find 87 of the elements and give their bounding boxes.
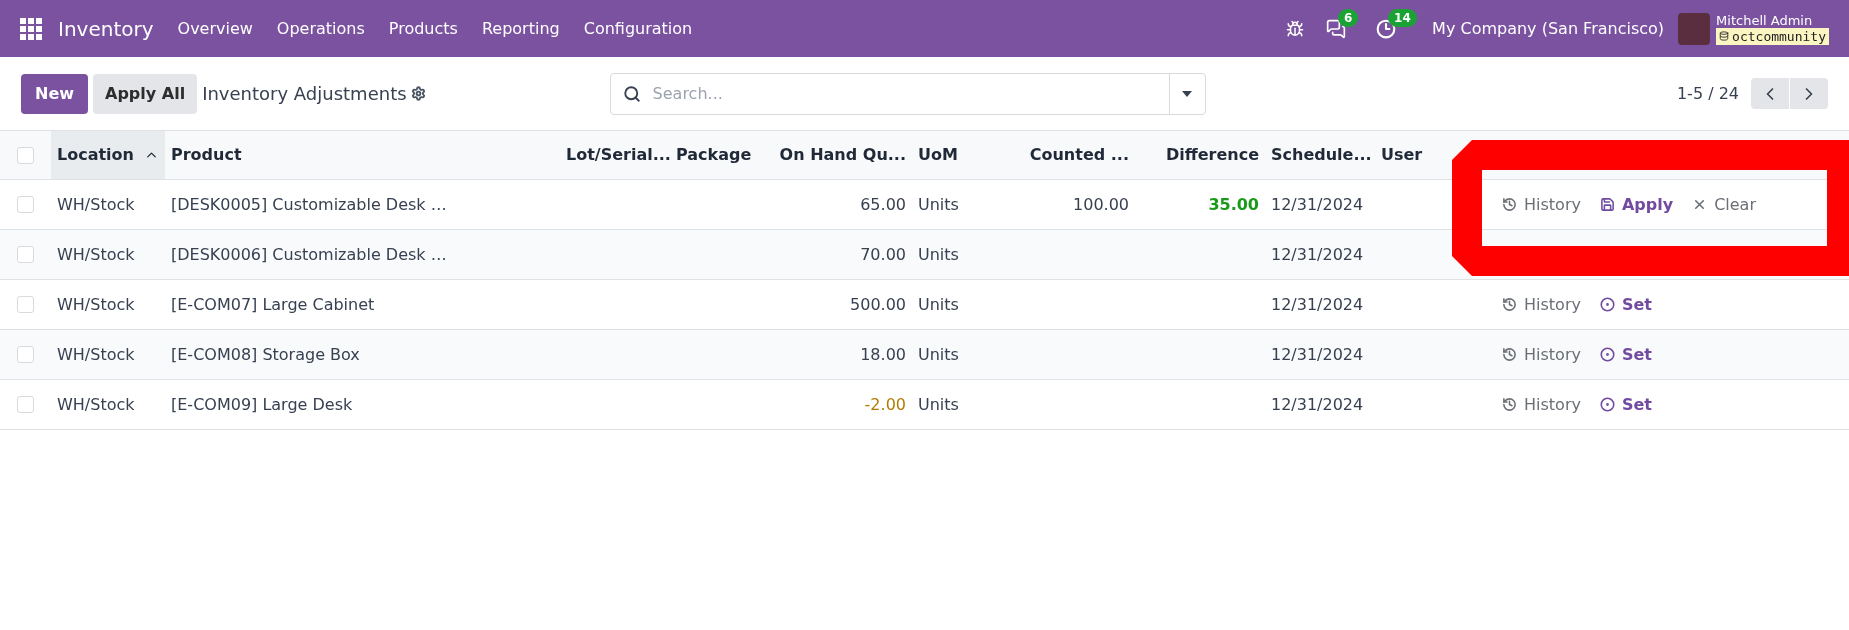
menu-item[interactable]: Products [388,16,458,41]
row-checkbox[interactable] [17,396,34,413]
history-icon [1502,197,1517,212]
table-cell: 12/31/2024 [1271,194,1364,214]
table-cell-text: 18.00 [860,343,906,366]
next-button[interactable] [1790,78,1828,109]
table-cell-text: 100.00 [1073,193,1129,216]
apps-grid-icon[interactable] [20,17,42,40]
table-cell: [E-COM08] Storage Box [171,344,360,364]
database-icon [1719,31,1730,41]
table-cell: [E-COM07] Large Cabinet [171,294,375,314]
database-badge: octcommunity [1716,27,1829,45]
column-header[interactable]: Package [670,131,770,179]
table-cell: 12/31/2024 [1271,394,1364,414]
save-icon [1599,197,1615,212]
row-checkbox[interactable] [17,296,34,313]
table-cell: 12/31/2024 [1271,294,1364,314]
avatar[interactable] [1678,12,1711,45]
menu-item[interactable]: Operations [276,16,365,41]
apply-button[interactable]: Apply [1599,192,1674,217]
history-icon [1502,347,1517,362]
column-header[interactable]: User [1375,131,1450,179]
table-cell: Units [918,344,959,364]
apply-all-button[interactable]: Apply All [93,73,198,114]
table-cell-text: 65.00 [860,193,906,216]
message-count-badge: 6 [1338,8,1359,27]
menu-item[interactable]: Configuration [583,16,693,41]
table-cell: Units [918,394,959,414]
column-header[interactable]: Lot/Serial... [560,131,670,179]
clear-button[interactable]: Clear [1692,192,1756,217]
column-header[interactable]: Counted ... [1015,131,1135,179]
history-button[interactable]: History [1502,292,1581,317]
table-cell: WH/Stock [57,194,135,214]
bug-icon[interactable] [1286,19,1305,38]
row-checkbox[interactable] [17,246,34,263]
history-button[interactable]: History [1502,342,1581,367]
column-header[interactable]: Schedule... [1265,131,1375,179]
target-icon [1599,297,1615,312]
row-checkbox[interactable] [17,346,34,363]
table-cell: Units [918,194,959,214]
table-cell-text: 70.00 [860,243,906,266]
search-field[interactable]: Search... [652,73,1169,114]
search-bar[interactable]: Search... [609,72,1206,115]
settings-icon[interactable] [410,86,426,101]
table-cell: [E-COM09] Large Desk [171,394,353,414]
column-header[interactable]: On Hand Qu... [770,131,912,179]
column-header[interactable]: Product [165,131,560,179]
row-checkbox[interactable] [17,196,34,213]
table-cell: Units [918,244,959,264]
set-button[interactable]: Set [1599,342,1652,367]
set-button[interactable]: Set [1599,292,1652,317]
previous-button[interactable] [1751,78,1789,109]
table-cell: [DESK0005] Customizable Desk … [171,194,447,214]
user-name[interactable]: Mitchell Admin [1716,12,1813,28]
history-button[interactable]: History [1502,192,1581,217]
clock-icon[interactable] [1376,18,1397,39]
menu-item[interactable]: Reporting [481,16,560,41]
app-name[interactable]: Inventory [58,13,154,44]
history-icon [1502,397,1517,412]
table-cell: [DESK0006] Customizable Desk … [171,244,447,264]
column-header[interactable]: UoM [912,131,1015,179]
set-button[interactable]: Set [1599,392,1652,417]
target-icon [1599,397,1615,412]
table-cell: Units [918,294,959,314]
column-header[interactable]: Difference [1135,131,1265,179]
search-icon [622,84,641,103]
table-cell: WH/Stock [57,294,135,314]
table-cell: 12/31/2024 [1271,344,1364,364]
pager-value[interactable]: 1-5 / 24 [1676,81,1739,106]
history-icon [1502,297,1517,312]
column-header[interactable]: Location [51,131,165,179]
menu-item[interactable]: Overview [177,16,253,41]
caret-icon[interactable] [1182,90,1193,97]
table-cell: 12/31/2024 [1271,244,1364,264]
select-all-checkbox[interactable] [17,146,34,164]
table-cell: WH/Stock [57,394,135,414]
new-button[interactable]: New [21,73,89,114]
table-cell: WH/Stock [57,344,135,364]
breadcrumb-title: Inventory Adjustments [202,82,407,106]
table-cell-text: -2.00 [864,393,906,416]
table-cell-text: 35.00 [1208,193,1259,216]
table-cell-text: 500.00 [850,293,906,316]
company-switcher[interactable]: My Company (San Francisco) [1432,16,1665,41]
activity-count-badge: 14 [1388,8,1417,27]
history-button[interactable]: History [1502,392,1581,417]
target-icon [1599,347,1615,362]
table-cell: WH/Stock [57,244,135,264]
